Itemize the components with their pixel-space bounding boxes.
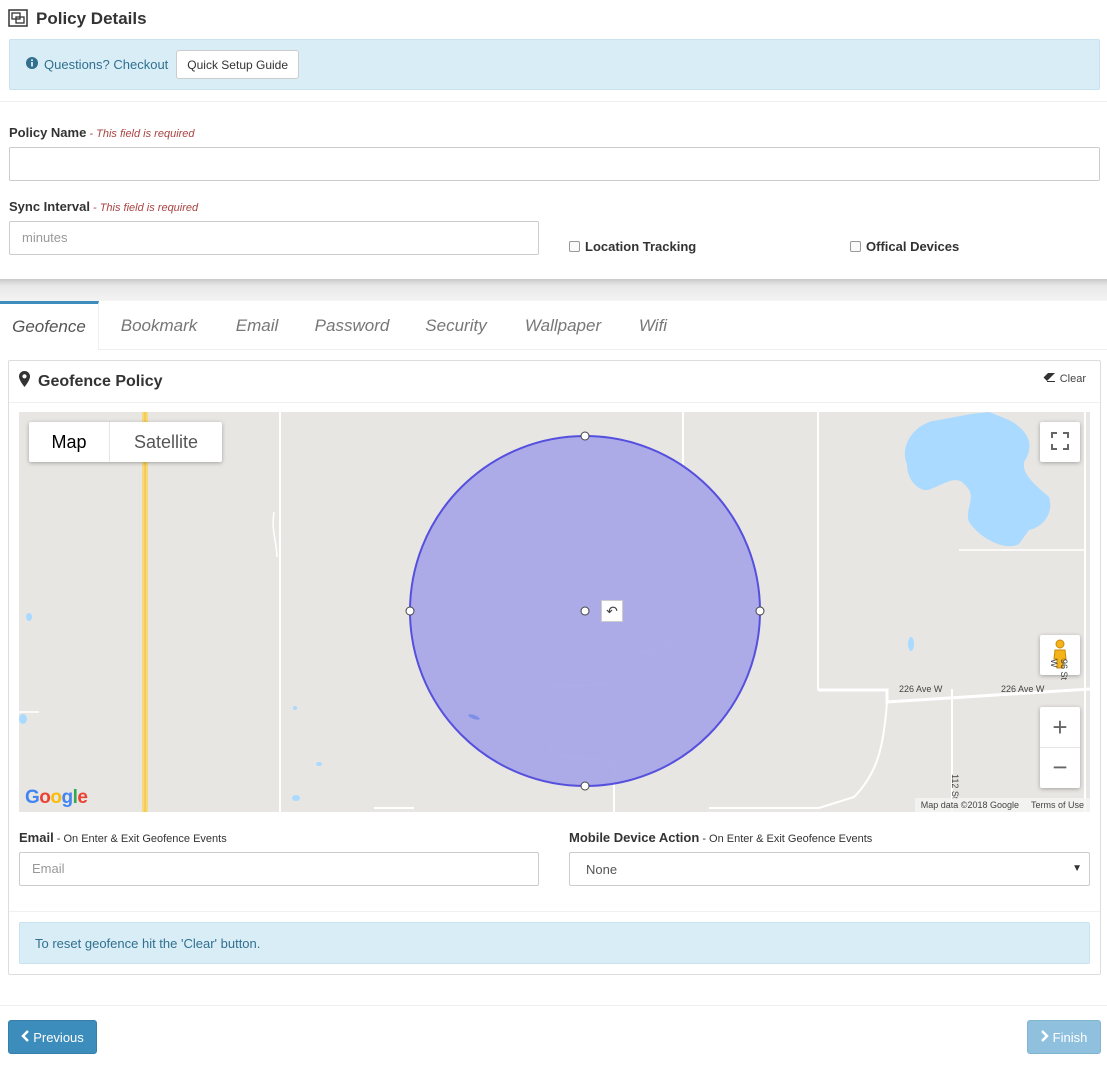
road-label: 226 Ave W [899, 684, 943, 694]
mobile-action-select[interactable]: None ▼ [569, 852, 1090, 886]
road-label: 226 Ave W [1001, 684, 1045, 694]
policy-name-label-text: Policy Name [9, 125, 87, 140]
map-type-control: Map Satellite [29, 422, 222, 462]
reset-help-text: To reset geofence hit the 'Clear' button… [35, 935, 261, 951]
undo-icon[interactable]: ↶ [601, 600, 623, 622]
policy-name-input[interactable] [9, 147, 1100, 181]
previous-button[interactable]: Previous [8, 1020, 97, 1054]
section-divider [0, 279, 1107, 301]
chevron-down-icon: ▼ [1072, 863, 1082, 874]
sync-interval-label-text: Sync Interval [9, 199, 90, 214]
terms-of-use-link[interactable]: Terms of Use [1031, 800, 1084, 810]
clear-button[interactable]: Clear [1043, 373, 1086, 385]
road-label: 112 St [950, 774, 960, 800]
page-header: Policy Details [8, 6, 147, 32]
tab-email[interactable]: Email [220, 301, 294, 350]
tab-geofence[interactable]: Geofence [0, 301, 99, 350]
tab-password[interactable]: Password [300, 301, 404, 350]
chevron-left-icon [21, 1029, 30, 1045]
divider [9, 911, 1100, 912]
panel-title-text: Geofence Policy [38, 372, 163, 390]
policy-tabs: Geofence Bookmark Email Password Securit… [0, 301, 1107, 350]
divider [0, 1005, 1107, 1006]
tab-wifi[interactable]: Wifi [624, 301, 682, 350]
reset-help-callout: To reset geofence hit the 'Clear' button… [19, 922, 1090, 964]
chevron-right-icon [1040, 1029, 1049, 1045]
map-attribution-bar: Map data ©2018 Google Terms of Use [914, 798, 1090, 812]
checkbox-box[interactable] [850, 241, 861, 252]
checkbox-box[interactable] [569, 241, 580, 252]
google-logo: Google [25, 787, 88, 808]
sync-interval-label: Sync Interval - This field is required [9, 199, 198, 214]
zoom-out-button[interactable]: − [1040, 748, 1080, 788]
map-type-map[interactable]: Map [29, 422, 109, 462]
location-tracking-label: Location Tracking [585, 239, 697, 254]
info-callout: Questions? Checkout Quick Setup Guide [9, 39, 1100, 90]
mobile-action-label-text: Mobile Device Action [569, 830, 700, 845]
quick-setup-guide-button[interactable]: Quick Setup Guide [176, 50, 300, 79]
zoom-in-button[interactable]: + [1040, 708, 1080, 748]
sync-interval-required: - This field is required [89, 202, 199, 214]
location-tracking-checkbox[interactable]: Location Tracking [569, 239, 696, 254]
tab-bookmark[interactable]: Bookmark [104, 301, 214, 350]
finish-label: Finish [1052, 1029, 1088, 1045]
policy-name-label: Policy Name - This field is required [9, 125, 195, 140]
page-title: Policy Details [36, 9, 147, 28]
finish-button[interactable]: Finish [1027, 1020, 1101, 1054]
tab-security[interactable]: Security [410, 301, 502, 350]
fullscreen-icon [1051, 431, 1069, 453]
sync-interval-input[interactable]: minutes [9, 221, 539, 255]
official-devices-label: Offical Devices [866, 239, 960, 254]
official-devices-checkbox[interactable]: Offical Devices [850, 239, 959, 254]
info-icon [26, 57, 38, 72]
panel-title: Geofence Policy [19, 371, 163, 392]
tab-wallpaper[interactable]: Wallpaper [508, 301, 618, 350]
fullscreen-button[interactable] [1040, 422, 1080, 462]
previous-label: Previous [33, 1029, 84, 1045]
policy-name-required: - This field is required [86, 128, 195, 140]
road-label: 96 St W [1049, 659, 1069, 681]
mobile-action-label: Mobile Device Action - On Enter & Exit G… [569, 830, 872, 845]
map-attribution: Map data ©2018 Google [920, 800, 1019, 810]
panel-header: Geofence Policy Clear [9, 361, 1100, 403]
eraser-icon [1043, 373, 1056, 385]
geofence-map[interactable]: ↶ Map Satellite + − 226 Ave W 226 Ave W … [19, 412, 1090, 812]
email-label: Email - On Enter & Exit Geofence Events [19, 830, 227, 845]
map-marker-icon [19, 371, 30, 392]
email-label-text: Email [19, 830, 54, 845]
zoom-control: + − [1040, 707, 1080, 788]
clear-label: Clear [1059, 373, 1086, 385]
map-canvas[interactable] [19, 412, 1090, 812]
email-input[interactable]: Email [19, 852, 539, 886]
mobile-action-value: None [586, 861, 618, 877]
mobile-action-label-sub: - On Enter & Exit Geofence Events [699, 833, 873, 845]
divider [0, 101, 1107, 102]
email-label-sub: - On Enter & Exit Geofence Events [53, 833, 227, 845]
policy-icon [8, 8, 28, 30]
info-text: Questions? Checkout [44, 57, 169, 72]
map-type-satellite[interactable]: Satellite [109, 422, 222, 462]
